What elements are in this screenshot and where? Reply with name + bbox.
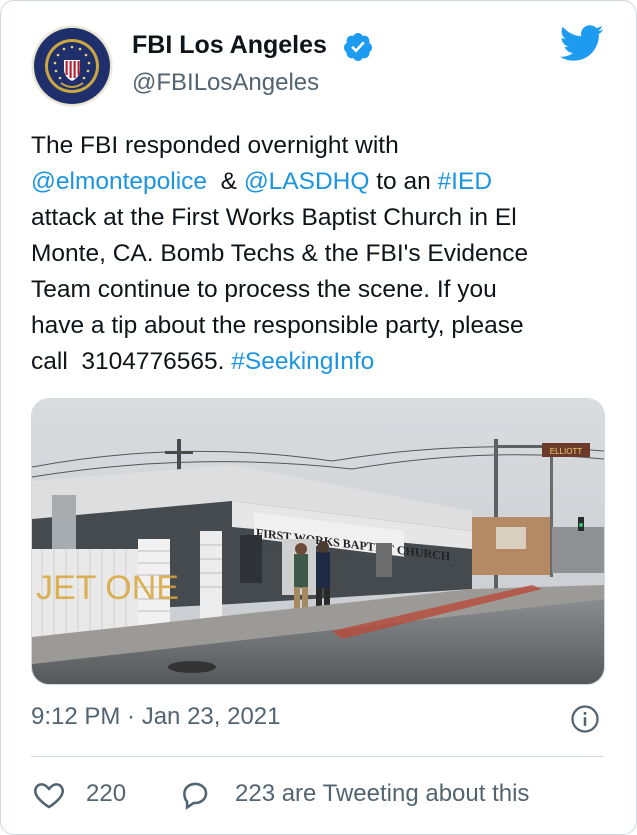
info-icon[interactable] [570,704,600,734]
tweet-card: FBI Los Angeles @FBILosAngeles The FBI r… [0,0,637,835]
tweet-text-fragment: & [207,168,244,195]
avatar[interactable] [31,25,113,107]
tweet-line: attack at the First Works Baptist Church… [31,200,611,236]
verified-badge-icon [343,33,372,61]
tweet-text-fragment: The FBI responded overnight with [31,132,399,159]
tweet-line: @elmontepolice & @LASDHQ to an #IED [31,164,611,200]
tweet-text: The FBI responded overnight with @elmont… [31,128,611,380]
mention-lasdhq[interactable]: @LASDHQ [244,168,370,195]
heart-icon[interactable] [31,778,67,812]
tweet-line: call 3104776565. #SeekingInfo [31,344,611,380]
account-name[interactable]: FBI Los Angeles [132,31,327,60]
tweet-timestamp[interactable]: 9:12 PM · Jan 23, 2021 [31,703,281,731]
church-scene-image: ELLIOTT FIRST WORKS BAPTIST CHURCH INDEP… [32,399,604,684]
graffiti-text: JET ONE [36,569,179,607]
tweeting-about-link[interactable]: 223 are Tweeting about this [235,780,529,808]
mention-elmontepolice[interactable]: @elmontepolice [31,168,207,195]
tweet-line: Monte, CA. Bomb Techs & the FBI's Eviden… [31,236,611,272]
tweet-text-fragment: Monte, CA. Bomb Techs & the FBI's Eviden… [31,240,529,267]
tweet-text-fragment: have a tip about the responsible party, … [31,312,524,339]
tweet-text-fragment: call 3104776565. [31,348,232,375]
speech-bubble-icon[interactable] [177,778,213,812]
like-count[interactable]: 220 [86,780,126,808]
tweet-text-fragment: attack at the First Works Baptist Church… [31,204,517,231]
tweet-line: Team continue to process the scene. If y… [31,272,611,308]
twitter-bird-icon[interactable] [558,23,604,63]
street-sign-text: ELLIOTT [550,447,583,456]
tweet-line: The FBI responded overnight with [31,128,611,164]
tweet-photo[interactable]: ELLIOTT FIRST WORKS BAPTIST CHURCH INDEP… [31,398,605,685]
account-handle[interactable]: @FBILosAngeles [132,69,319,97]
tweet-line: have a tip about the responsible party, … [31,308,611,344]
hashtag-seekinginfo[interactable]: #SeekingInfo [231,348,374,375]
tweet-text-fragment: to an [369,168,438,195]
tweet-text-fragment: Team continue to process the scene. If y… [31,276,497,303]
hashtag-ied[interactable]: #IED [438,168,492,195]
fbi-seal-icon [32,26,112,106]
divider [31,756,603,757]
